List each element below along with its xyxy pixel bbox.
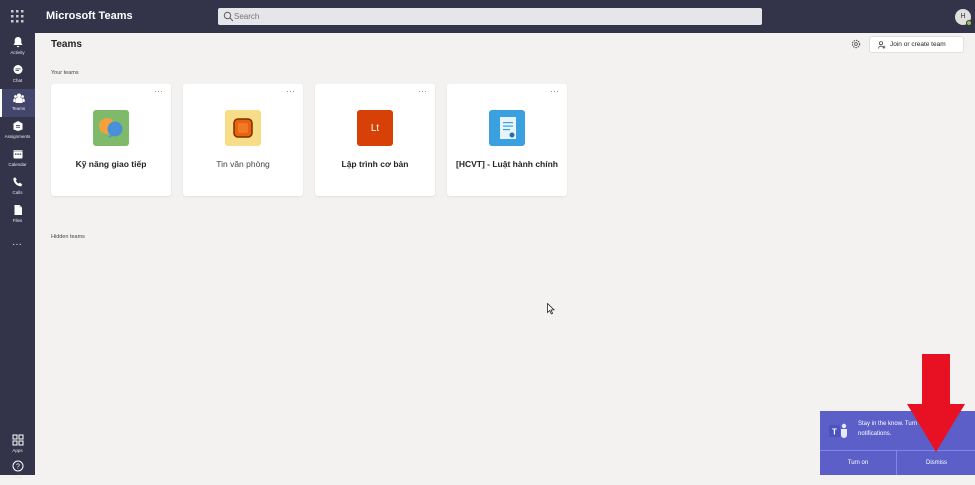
rail-item-help[interactable]: ? Help bbox=[0, 457, 35, 485]
team-card[interactable]: ··· Lt Lập trình cơ bản bbox=[315, 84, 435, 196]
team-initials: Lt bbox=[370, 122, 380, 134]
main-content: Teams Join or create team Your teams ···… bbox=[35, 33, 975, 475]
more-options-icon[interactable]: ··· bbox=[154, 87, 163, 96]
rail-item-files[interactable]: Files bbox=[0, 201, 35, 229]
more-options-icon[interactable]: ··· bbox=[550, 87, 559, 96]
team-name: [HCVT] - Luật hành chính bbox=[456, 159, 558, 169]
help-icon: ? bbox=[12, 460, 23, 472]
chat-icon bbox=[13, 65, 22, 74]
team-name: Lập trình cơ bản bbox=[341, 159, 409, 169]
team-card[interactable]: ··· Tin văn phòng bbox=[183, 84, 303, 196]
teams-logo-icon: T bbox=[829, 423, 847, 438]
mouse-cursor-icon bbox=[547, 303, 555, 315]
orange-square-icon bbox=[225, 110, 261, 146]
rail-item-label: Files bbox=[12, 218, 23, 223]
page-title: Teams bbox=[51, 39, 82, 50]
red-arrow-annotation bbox=[907, 354, 965, 452]
rail-item-calendar[interactable]: Calendar bbox=[0, 145, 35, 173]
hidden-teams-label: Hidden teams bbox=[51, 234, 85, 240]
teams-icon bbox=[12, 93, 25, 103]
chat-bubbles-icon bbox=[93, 110, 129, 146]
rail-item-activity[interactable]: Activity bbox=[0, 33, 35, 61]
apps-icon bbox=[12, 434, 23, 446]
presence-indicator bbox=[966, 20, 972, 26]
rail-item-teams[interactable]: Teams bbox=[0, 89, 35, 117]
search-input[interactable] bbox=[234, 8, 754, 25]
rail-item-label: Chat bbox=[12, 78, 23, 83]
rail-item-label: Activity bbox=[10, 50, 25, 55]
turn-on-button[interactable]: Turn on bbox=[820, 451, 897, 475]
phone-icon bbox=[12, 177, 22, 187]
rail-item-assignments[interactable]: Assignments bbox=[0, 117, 35, 145]
avatar[interactable]: H bbox=[955, 9, 972, 26]
rail-item-label: Apps bbox=[12, 448, 23, 453]
your-teams-label: Your teams bbox=[51, 70, 79, 76]
rail-item-label: Calendar bbox=[8, 162, 27, 167]
team-card[interactable]: ··· [HCVT] - Luật hành chính bbox=[447, 84, 567, 196]
bell-icon bbox=[13, 37, 22, 48]
more-options-icon[interactable]: ··· bbox=[418, 87, 427, 96]
svg-text:?: ? bbox=[16, 464, 20, 471]
team-name: Kỹ năng giao tiếp bbox=[75, 159, 147, 169]
app-rail: Activity Chat Teams Assignments Calendar… bbox=[0, 33, 35, 479]
search-box[interactable] bbox=[218, 8, 762, 25]
lt-tile-icon: Lt bbox=[357, 110, 393, 146]
rail-item-chat[interactable]: Chat bbox=[0, 61, 35, 89]
team-name: Tin văn phòng bbox=[216, 159, 270, 169]
file-icon bbox=[14, 205, 22, 215]
add-people-icon bbox=[878, 40, 886, 49]
join-or-create-team-button[interactable]: Join or create team bbox=[869, 36, 964, 53]
rail-item-label: Calls bbox=[12, 190, 23, 195]
join-button-label: Join or create team bbox=[890, 41, 946, 48]
more-apps-icon[interactable]: ··· bbox=[12, 239, 22, 250]
app-title: Microsoft Teams bbox=[46, 10, 133, 22]
svg-text:T: T bbox=[832, 428, 837, 437]
dismiss-button[interactable]: Dismiss bbox=[898, 451, 975, 475]
assignments-icon bbox=[13, 121, 22, 131]
rail-item-label: Teams bbox=[11, 106, 26, 111]
search-icon bbox=[223, 11, 234, 22]
document-icon bbox=[489, 110, 525, 146]
avatar-initials: H bbox=[960, 13, 966, 20]
rail-item-apps[interactable]: Apps bbox=[0, 431, 35, 459]
rail-item-label: Assignments bbox=[4, 134, 31, 139]
rail-item-calls[interactable]: Calls bbox=[0, 173, 35, 201]
more-options-icon[interactable]: ··· bbox=[286, 87, 295, 96]
gear-icon[interactable] bbox=[851, 39, 861, 49]
title-bar: Microsoft Teams H bbox=[0, 0, 975, 33]
team-card[interactable]: ··· Kỹ năng giao tiếp bbox=[51, 84, 171, 196]
calendar-icon bbox=[13, 150, 22, 159]
app-launcher-icon[interactable] bbox=[11, 10, 24, 23]
